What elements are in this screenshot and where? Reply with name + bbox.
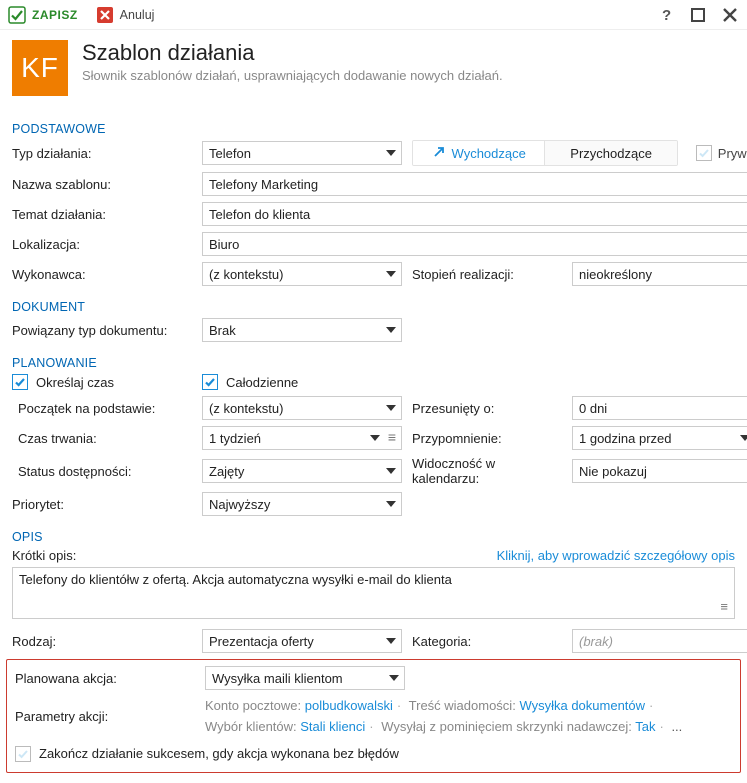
location-label: Lokalizacja:	[12, 237, 192, 252]
performer-select[interactable]: (z kontekstu)	[202, 262, 402, 286]
reminder-label: Przypomnienie:	[412, 431, 562, 446]
location-input[interactable]	[202, 232, 747, 256]
type-select[interactable]: Telefon	[202, 141, 402, 165]
help-icon[interactable]: ?	[657, 6, 675, 24]
start-basis-select[interactable]: (z kontekstu)	[202, 396, 402, 420]
private-checkbox[interactable]	[696, 145, 712, 161]
calendar-visibility-label: Widoczność w kalendarzu:	[412, 456, 562, 486]
planned-action-select[interactable]: Wysyłka maili klientom	[205, 666, 405, 690]
linked-doc-label: Powiązany typ dokumentu:	[12, 323, 192, 338]
calendar-visibility-select[interactable]: Nie pokazuj	[572, 459, 747, 483]
kind-label: Rodzaj:	[12, 634, 192, 649]
page-title: Szablon działania	[82, 40, 503, 66]
page-subtitle: Słownik szablonów działań, usprawniający…	[82, 68, 503, 83]
maximize-icon[interactable]	[689, 6, 707, 24]
end-success-checkbox[interactable]	[15, 746, 31, 762]
section-planning-title: PLANOWANIE	[12, 350, 735, 374]
offset-select[interactable]: 0 dni	[572, 396, 747, 420]
direction-incoming-label: Przychodzące	[570, 146, 652, 161]
duration-select[interactable]: 1 tydzień	[202, 426, 402, 450]
name-label: Nazwa szablonu:	[12, 177, 192, 192]
save-check-icon[interactable]	[8, 6, 26, 24]
details-link[interactable]: Kliknij, aby wprowadzić szczegółowy opis	[497, 548, 735, 563]
availability-label: Status dostępności:	[12, 464, 192, 479]
start-basis-label: Początek na podstawie:	[12, 401, 192, 416]
all-day-checkbox[interactable]	[202, 374, 218, 390]
name-input[interactable]	[202, 172, 747, 196]
description-textarea[interactable]: Telefony do klientółw z ofertą. Akcja au…	[12, 567, 735, 619]
availability-select[interactable]: Zajęty	[202, 459, 402, 483]
section-description-title: OPIS	[12, 524, 735, 548]
priority-select[interactable]: Najwyższy	[202, 492, 402, 516]
module-logo: KF	[12, 40, 68, 96]
category-label: Kategoria:	[412, 634, 562, 649]
direction-outgoing[interactable]: Wychodzące	[413, 141, 544, 165]
end-success-label: Zakończ działanie sukcesem, gdy akcja wy…	[39, 746, 399, 761]
linked-doc-select[interactable]: Brak	[202, 318, 402, 342]
define-time-checkbox[interactable]	[12, 374, 28, 390]
duration-label: Czas trwania:	[12, 431, 192, 446]
priority-label: Priorytet:	[12, 497, 192, 512]
all-day-label: Całodzienne	[226, 375, 298, 390]
short-desc-label: Krótki opis:	[12, 548, 76, 563]
section-document-title: DOKUMENT	[12, 294, 735, 318]
direction-incoming[interactable]: Przychodzące	[544, 141, 676, 165]
category-input[interactable]	[572, 629, 747, 653]
cancel-x-icon[interactable]	[96, 6, 114, 24]
arrow-out-icon	[432, 145, 446, 162]
action-params-label: Parametry akcji:	[15, 709, 195, 724]
subject-label: Temat działania:	[12, 207, 192, 222]
action-params-text: Konto pocztowe: polbudkowalski· Treść wi…	[205, 696, 747, 738]
save-button[interactable]: ZAPISZ	[32, 8, 78, 22]
reminder-select[interactable]: 1 godzina przed	[572, 426, 747, 450]
performer-label: Wykonawca:	[12, 267, 192, 282]
cancel-button[interactable]: Anuluj	[120, 8, 155, 22]
planned-action-label: Planowana akcja:	[15, 671, 195, 686]
kind-select[interactable]: Prezentacja oferty	[202, 629, 402, 653]
type-label: Typ działania:	[12, 146, 192, 161]
direction-outgoing-label: Wychodzące	[452, 146, 526, 161]
progress-select[interactable]: nieokreślony	[572, 262, 747, 286]
close-icon[interactable]	[721, 6, 739, 24]
section-basic-title: PODSTAWOWE	[12, 116, 735, 140]
define-time-label: Określaj czas	[36, 375, 114, 390]
offset-label: Przesunięty o:	[412, 401, 562, 416]
subject-input[interactable]	[202, 202, 747, 226]
svg-text:?: ?	[662, 7, 671, 24]
progress-label: Stopień realizacji:	[412, 267, 562, 282]
private-label: Prywatne	[718, 146, 747, 161]
